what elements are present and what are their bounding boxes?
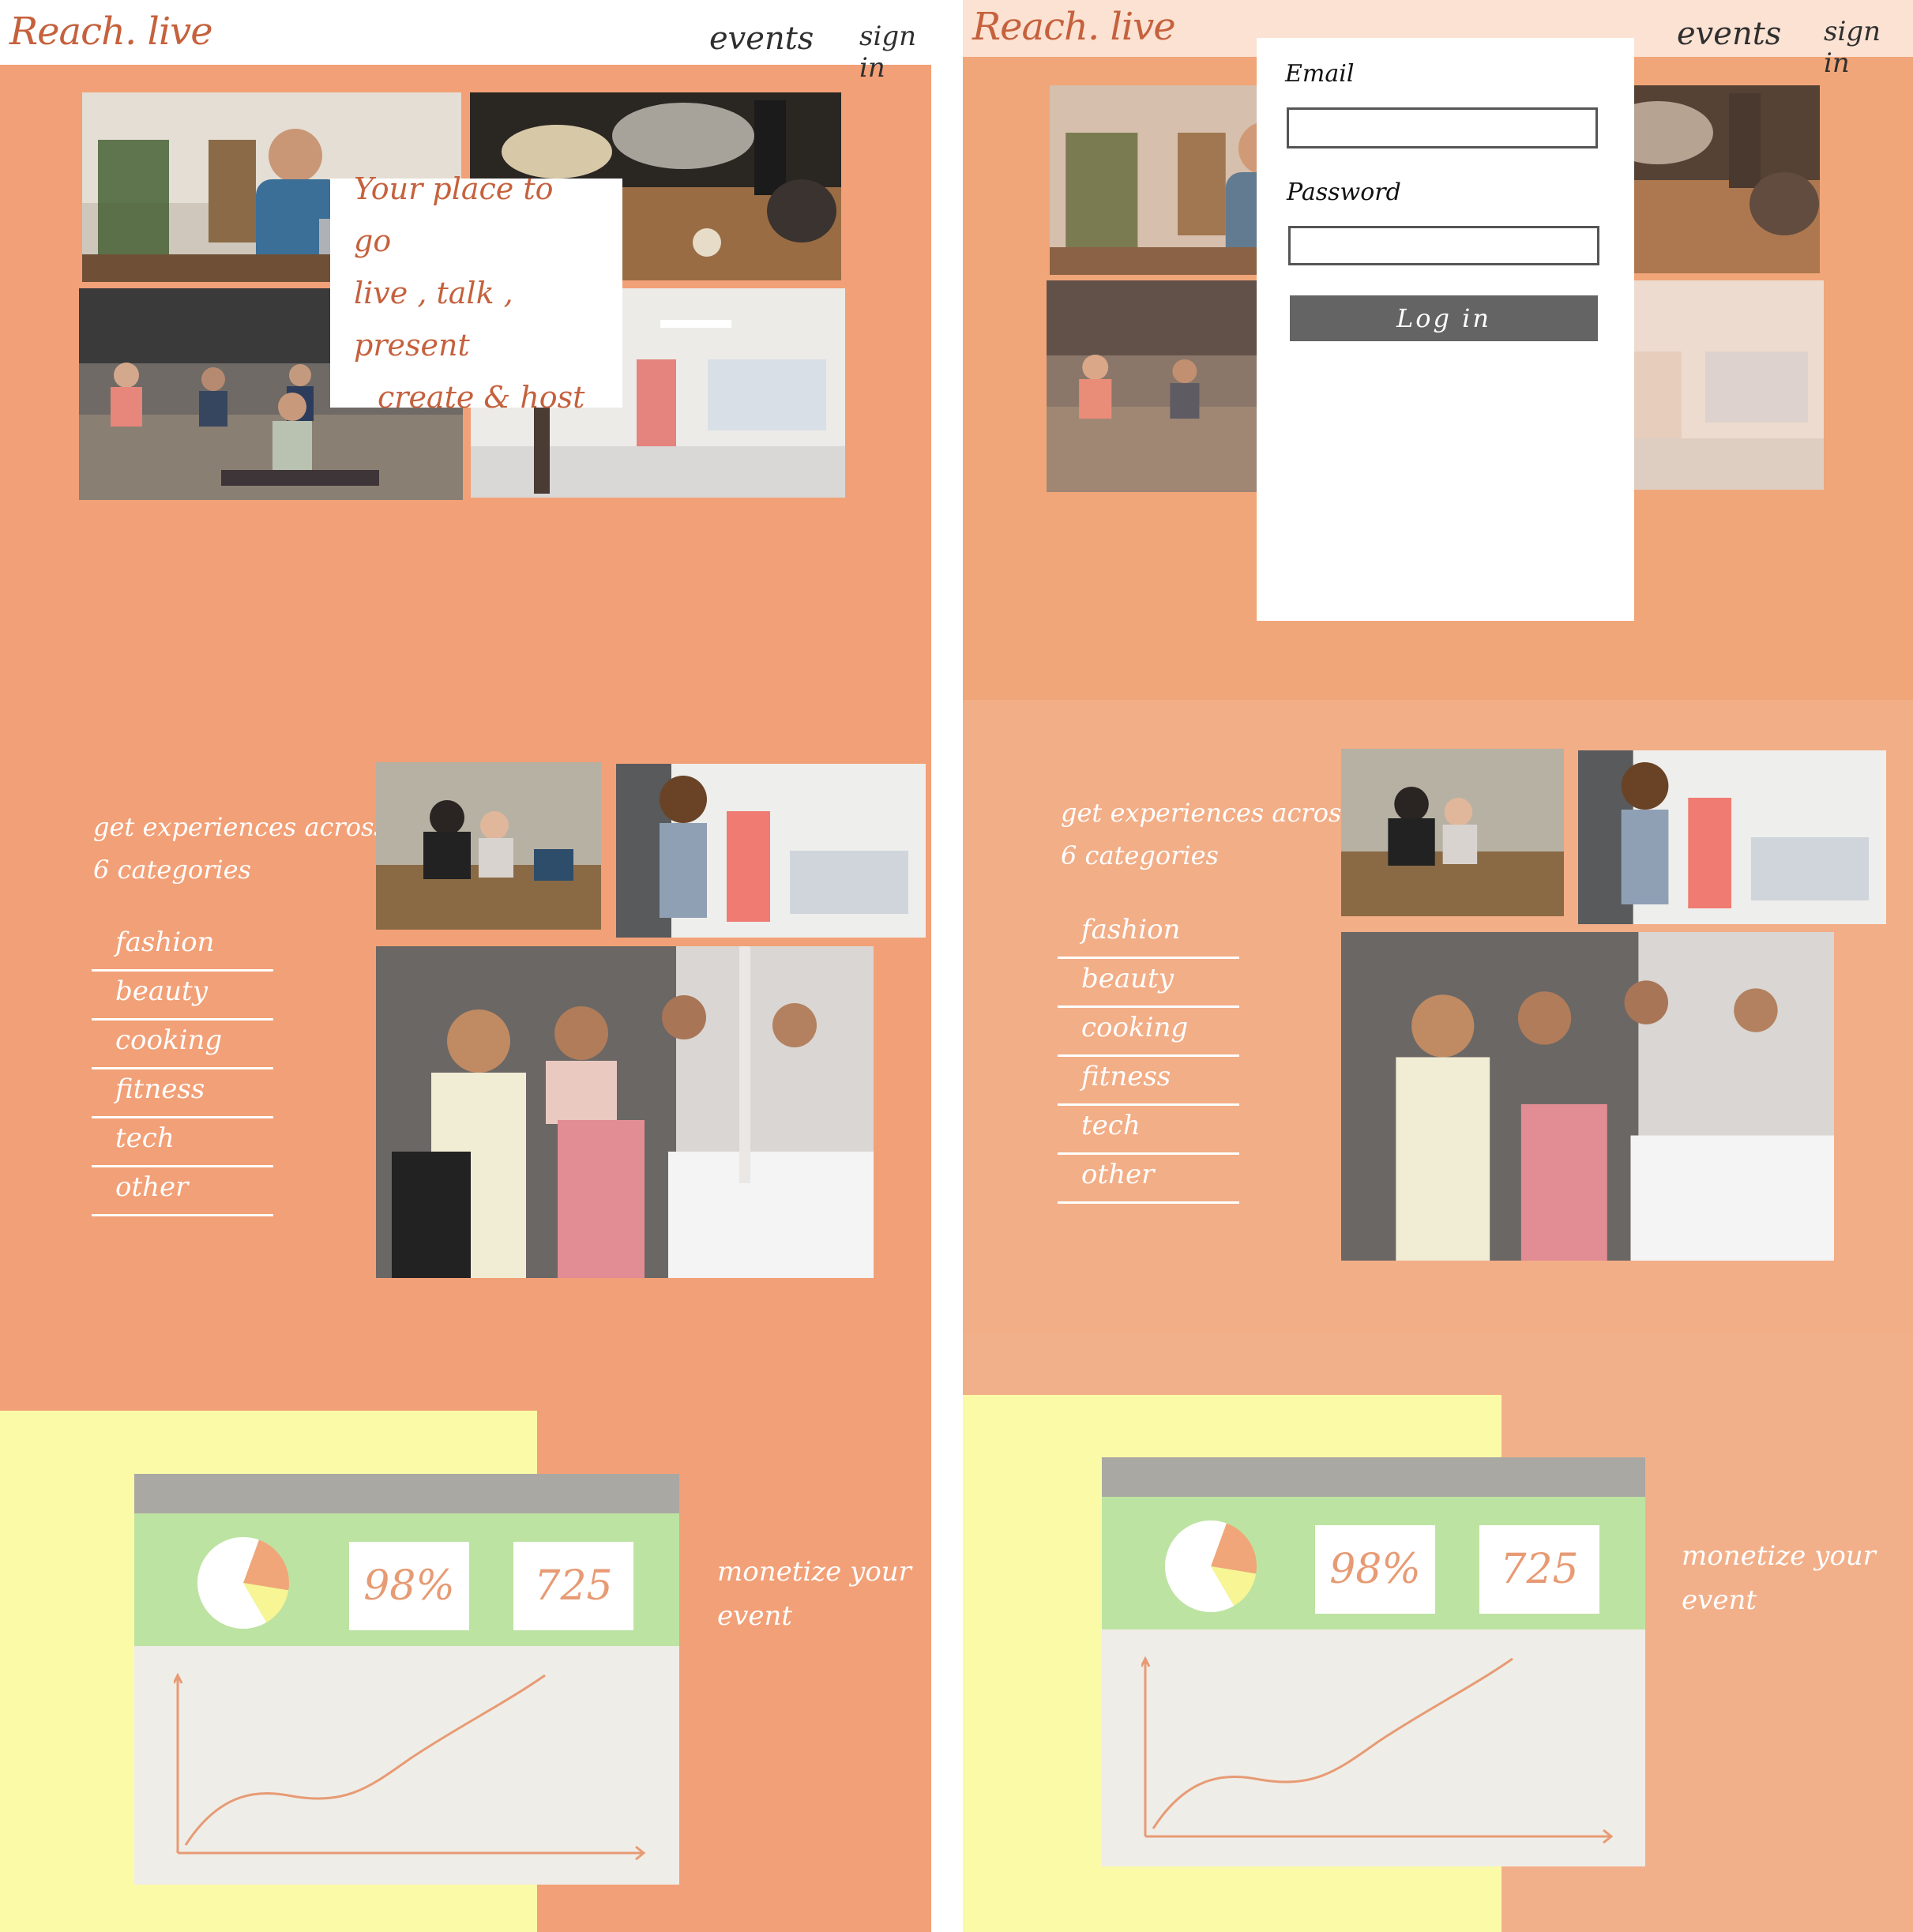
analytics-dashboard: 98% 725 (134, 1474, 679, 1885)
y-axis-arrow (174, 1672, 183, 1853)
y-axis-arrow (1141, 1656, 1151, 1836)
cooking-ingredients-photo (1610, 85, 1820, 273)
nav-sign-in-link[interactable]: sign in (859, 21, 931, 84)
pie-chart (1165, 1520, 1257, 1612)
craft-workshop-photo (1341, 749, 1564, 916)
growth-line-graph (1141, 1656, 1614, 1844)
fashion-designer-photo (616, 764, 926, 938)
password-field[interactable] (1288, 226, 1599, 265)
password-label: Password (1287, 179, 1401, 206)
category-cooking[interactable]: cooking (1058, 1008, 1239, 1057)
category-fitness[interactable]: fitness (1058, 1057, 1239, 1106)
makeup-class-photo (376, 946, 874, 1278)
dashboard-title-bar (1102, 1457, 1645, 1497)
category-other[interactable]: other (92, 1167, 273, 1216)
growth-curve (184, 1674, 546, 1846)
category-list: fashion beauty cooking fitness tech othe… (92, 923, 273, 1216)
nav-sign-in-link[interactable]: sign in (1824, 16, 1913, 79)
login-overlay-page: Reach. live events sign in Email Passwor… (963, 0, 1913, 1932)
hero-line-3: create & host (378, 380, 585, 415)
logo[interactable]: Reach. live (972, 5, 1176, 49)
category-cooking[interactable]: cooking (92, 1021, 273, 1069)
monetize-text: monetize your event (717, 1556, 911, 1632)
hero-line-2: live , talk , present (354, 276, 513, 363)
nav-events-link[interactable]: events (1677, 16, 1781, 52)
count-stat: 725 (513, 1542, 633, 1630)
email-label: Email (1285, 60, 1355, 88)
craft-workshop-photo (376, 762, 601, 930)
dashboard-stats-row: 98% 725 (134, 1513, 679, 1646)
fashion-studio-photo (1610, 280, 1824, 490)
category-other[interactable]: other (1058, 1155, 1239, 1204)
makeup-class-photo (1341, 932, 1834, 1261)
fashion-designer-photo (1578, 750, 1886, 924)
landing-page: Reach. live events sign in Your place to… (0, 0, 931, 1932)
category-fitness[interactable]: fitness (92, 1069, 273, 1118)
x-axis-arrow (178, 1845, 646, 1861)
growth-curve (1152, 1657, 1513, 1829)
percent-stat: 98% (1315, 1525, 1435, 1614)
category-tech[interactable]: tech (92, 1118, 273, 1167)
category-beauty[interactable]: beauty (92, 972, 273, 1021)
dashboard-stats-row: 98% 725 (1102, 1497, 1645, 1629)
email-field[interactable] (1287, 107, 1598, 148)
dashboard-title-bar (134, 1474, 679, 1513)
categories-title: get experiences across 6 categories (1061, 798, 1355, 870)
growth-line-graph (174, 1672, 646, 1861)
category-beauty[interactable]: beauty (1058, 959, 1239, 1008)
category-fashion[interactable]: fashion (1058, 910, 1239, 959)
category-tech[interactable]: tech (1058, 1106, 1239, 1155)
x-axis-arrow (1145, 1829, 1614, 1844)
login-modal: Email Password Log in (1257, 38, 1634, 621)
logo[interactable]: Reach. live (9, 9, 213, 54)
category-fashion[interactable]: fashion (92, 923, 273, 972)
category-list: fashion beauty cooking fitness tech othe… (1058, 910, 1239, 1204)
analytics-dashboard: 98% 725 (1102, 1457, 1645, 1866)
hero-tagline-card: Your place to go live , talk , present c… (330, 171, 622, 415)
nav-events-link[interactable]: events (709, 21, 814, 57)
categories-title: get experiences across 6 categories (93, 812, 387, 885)
percent-stat: 98% (349, 1542, 469, 1630)
monetize-text: monetize your event (1682, 1540, 1876, 1616)
count-stat: 725 (1479, 1525, 1599, 1614)
log-in-button[interactable]: Log in (1290, 295, 1598, 341)
pie-chart (197, 1537, 289, 1629)
hero-line-1: Your place to go (354, 171, 554, 258)
site-header: Reach. live events sign in (0, 0, 931, 84)
